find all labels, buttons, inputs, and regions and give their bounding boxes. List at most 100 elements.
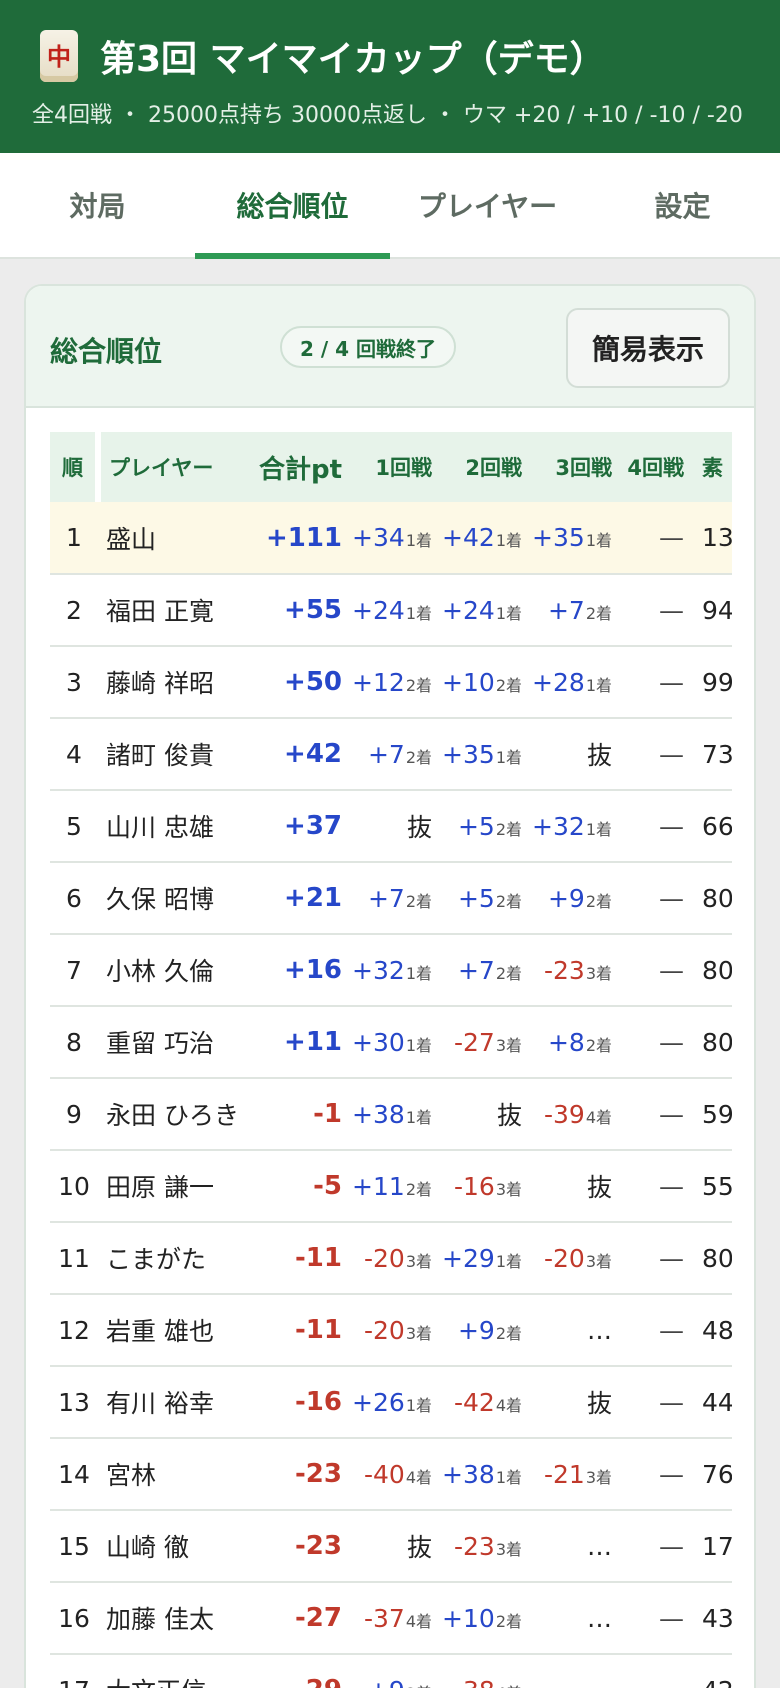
- player-name: 岩重 雄也: [106, 1317, 214, 1346]
- table-row[interactable]: 3 藤崎 祥昭 +50 +122着 +102着 +281着 —99: [50, 646, 732, 718]
- total-points: -11: [295, 1315, 342, 1345]
- total-points: +55: [284, 595, 342, 625]
- raw-score: 66: [702, 811, 732, 841]
- game-2-score: +421着: [438, 502, 528, 574]
- player-name: 福田 正寛: [106, 597, 214, 626]
- raw-score: 43: [702, 1603, 732, 1633]
- table-row[interactable]: 5 山川 忠雄 +37 抜 +52着 +321着 —66: [50, 790, 732, 862]
- table-row[interactable]: 7 小林 久倫 +16 +321着 +72着 -233着 —80: [50, 934, 732, 1006]
- ranking-table-scroll[interactable]: 順 プレイヤー 合計pt 1回戦 2回戦 3回戦 4回戦 素 1 盛山 +111 +3…: [50, 432, 732, 1688]
- table-row[interactable]: 1盛山+111+341着+421着+351着—139: [50, 502, 732, 574]
- tab-players[interactable]: プレイヤー: [390, 153, 585, 257]
- placement-label: 1着: [495, 531, 522, 550]
- score-value: -20: [363, 1315, 405, 1345]
- table-row[interactable]: 10 田原 謙一 -5 +112着 -163着抜 —55: [50, 1150, 732, 1222]
- score-value: +24: [442, 595, 495, 625]
- game-4-score: —: [659, 1171, 684, 1201]
- placement-label: 2着: [585, 603, 612, 623]
- table-row[interactable]: 2 福田 正寛 +55 +241着 +241着 +72着 —94: [50, 574, 732, 646]
- player-name: 加藤 佳太: [106, 1605, 214, 1634]
- score-value: -20: [363, 1243, 405, 1273]
- game-4-score: —: [659, 1243, 684, 1273]
- score-value: -23: [453, 1531, 495, 1561]
- score-value: +5: [457, 883, 495, 913]
- simple-view-button[interactable]: 簡易表示: [566, 308, 730, 388]
- table-row[interactable]: 13 有川 裕幸 -16 +261着 -424着抜 —44: [50, 1366, 732, 1438]
- score-value: 抜: [586, 741, 612, 770]
- placement-label: 1着: [405, 603, 432, 623]
- placement-label: 1着: [495, 1467, 522, 1487]
- total-points: -23: [295, 1531, 342, 1561]
- score-value: -40: [363, 1459, 405, 1489]
- game-1-score: +241着: [348, 574, 438, 646]
- table-row[interactable]: 8 重留 巧治 +11 +301着 -273着 +82着 —80: [50, 1006, 732, 1078]
- game-4-score: —: [659, 1459, 684, 1489]
- total-points: +111: [265, 522, 342, 553]
- game-3-score: 抜: [528, 1366, 618, 1438]
- game-4-score: —: [659, 1603, 684, 1633]
- game-4-score: —: [659, 523, 684, 552]
- total-points: -5: [313, 1171, 342, 1201]
- score-value: +9: [457, 1315, 495, 1345]
- game-1-score: +92着: [348, 1654, 438, 1688]
- table-row[interactable]: 9 永田 ひろき -1 +381着抜 -394着 —59: [50, 1078, 732, 1150]
- rank-cell: 4: [66, 739, 82, 769]
- player-name: 田原 謙一: [106, 1173, 214, 1202]
- placement-label: 4着: [405, 1467, 432, 1487]
- rank-cell: 6: [66, 883, 82, 913]
- rank-cell: 13: [58, 1387, 90, 1417]
- tab-settings[interactable]: 設定: [585, 153, 780, 257]
- raw-score: 42: [690, 1654, 732, 1688]
- rank-cell: 3: [66, 667, 82, 697]
- placement-label: 3着: [495, 1539, 522, 1559]
- tab-overall-ranking[interactable]: 総合順位: [195, 153, 390, 259]
- table-row[interactable]: 12 岩重 雄也 -11 -203着 +92着… —48: [50, 1294, 732, 1366]
- game-2-score: +52着: [438, 862, 528, 934]
- game-4-score: —: [659, 1387, 684, 1417]
- tab-bar: 対局 総合順位 プレイヤー 設定: [0, 153, 780, 259]
- player-name: 久保 昭博: [106, 885, 214, 914]
- score-value: -16: [453, 1171, 495, 1201]
- progress-badge: 2 / 4 回戦終了: [280, 326, 457, 368]
- game-2-score: +291着: [438, 1222, 528, 1294]
- total-points: -16: [295, 1387, 342, 1417]
- score-value: +7: [367, 883, 405, 913]
- table-row[interactable]: 17大文正信-29+92着-384着…—42: [50, 1654, 732, 1688]
- column-header-game-2: 2回戦: [465, 456, 522, 480]
- score-value: -42: [453, 1387, 495, 1417]
- game-4-score: —: [659, 667, 684, 697]
- game-3-score: …: [528, 1654, 618, 1688]
- tab-games[interactable]: 対局: [0, 153, 195, 257]
- score-value: 抜: [406, 813, 432, 842]
- raw-score: 73: [702, 739, 732, 769]
- game-4-score: —: [659, 1531, 684, 1561]
- table-row[interactable]: 15 山崎 徹 -23 抜 -233着… —17: [50, 1510, 732, 1582]
- game-2-score: -424着: [438, 1366, 528, 1438]
- game-1-score: -374着: [348, 1582, 438, 1654]
- placement-label: 2着: [495, 675, 522, 695]
- score-value: -20: [543, 1243, 585, 1273]
- rank-cell: 14: [58, 1459, 90, 1489]
- player-name: こまがた: [106, 1245, 207, 1274]
- game-3-score: …: [528, 1510, 618, 1582]
- game-2-score: +381着: [438, 1438, 528, 1510]
- placement-label: 2着: [406, 1684, 432, 1688]
- placement-label: 2着: [495, 819, 522, 839]
- column-header-total: 合計pt: [258, 454, 342, 485]
- table-row[interactable]: 16 加藤 佳太 -27 -374着 +102着… —43: [50, 1582, 732, 1654]
- tournament-rules: 全4回戦 ・ 25000点持ち 30000点返し ・ ウマ +20 / +10 …: [32, 103, 743, 128]
- table-row[interactable]: 6 久保 昭博 +21 +72着 +52着 +92着 —80: [50, 862, 732, 934]
- placement-label: 2着: [495, 1323, 522, 1343]
- table-row[interactable]: 11 こまがた -11 -203着 +291着 -203着 —80: [50, 1222, 732, 1294]
- total-points: -29: [248, 1654, 348, 1688]
- placement-label: 4着: [585, 1107, 612, 1127]
- rank-cell: 9: [66, 1099, 82, 1129]
- table-row[interactable]: 4 諸町 俊貴 +42 +72着 +351着抜 —73: [50, 718, 732, 790]
- tournament-title: 第3回 マイマイカップ（デモ）: [100, 39, 606, 80]
- score-value: -23: [543, 955, 585, 985]
- total-points: +37: [284, 811, 342, 841]
- table-row[interactable]: 14 宮林 -23 -404着 +381着 -213着 —76: [50, 1438, 732, 1510]
- raw-score: 80: [702, 883, 732, 913]
- game-4-score: —: [659, 1027, 684, 1057]
- game-1-score: +261着: [348, 1366, 438, 1438]
